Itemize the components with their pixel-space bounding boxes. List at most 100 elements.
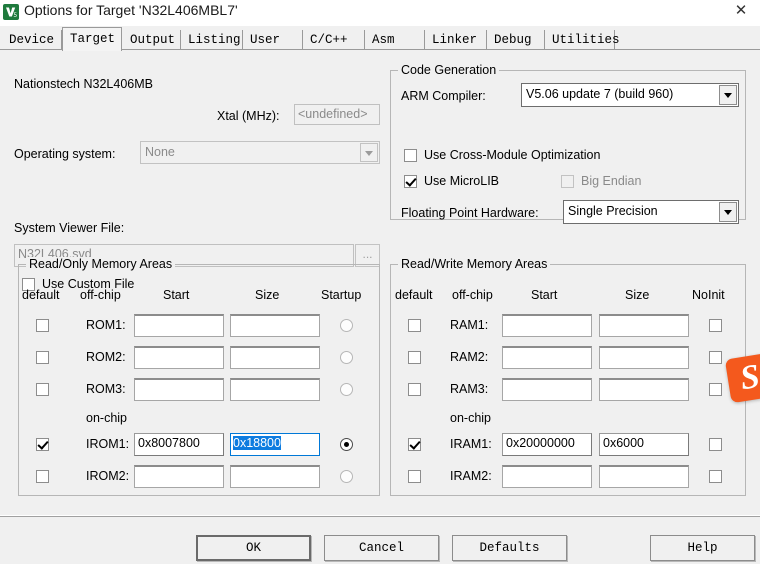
- irom1-size-value: 0x18800: [233, 436, 281, 450]
- cross-module-optimization-checkbox[interactable]: [404, 149, 417, 162]
- ro-header-default: default: [22, 288, 60, 302]
- iram1-noinit-checkbox[interactable]: [709, 438, 722, 451]
- ram1-noinit-checkbox[interactable]: [709, 319, 722, 332]
- arm-compiler-value: V5.06 update 7 (build 960): [526, 87, 674, 101]
- ro-header-start: Start: [163, 288, 190, 302]
- ro-header-offchip: off-chip: [80, 288, 121, 302]
- tab-utilities[interactable]: Utilities: [545, 30, 620, 50]
- ram2-size-input[interactable]: [599, 346, 689, 369]
- tab-user[interactable]: User: [243, 30, 303, 50]
- irom2-startup-radio[interactable]: [340, 470, 353, 483]
- iram2-size-input[interactable]: [599, 465, 689, 488]
- readwrite-memory-title: Read/Write Memory Areas: [398, 257, 551, 271]
- cancel-button[interactable]: Cancel: [324, 535, 439, 561]
- tab-target[interactable]: Target: [62, 27, 122, 51]
- iram2-label: IRAM2:: [450, 469, 492, 483]
- chevron-down-icon[interactable]: [360, 143, 378, 162]
- ram1-label: RAM1:: [450, 318, 489, 332]
- iram1-size-input[interactable]: 0x6000: [599, 433, 689, 456]
- tab-listing[interactable]: Listing: [181, 30, 243, 50]
- irom2-label: IROM2:: [86, 469, 130, 483]
- ram3-default-checkbox[interactable]: [408, 383, 421, 396]
- chevron-down-icon[interactable]: [719, 202, 737, 222]
- rw-header-noinit: NoInit: [692, 288, 725, 302]
- rom3-startup-radio[interactable]: [340, 383, 353, 396]
- irom2-default-checkbox[interactable]: [36, 470, 49, 483]
- ram3-size-input[interactable]: [599, 378, 689, 401]
- iram2-start-input[interactable]: [502, 465, 592, 488]
- irom2-size-input[interactable]: [230, 465, 320, 488]
- ram2-start-input[interactable]: [502, 346, 592, 369]
- floating-point-hardware-label: Floating Point Hardware:: [401, 206, 539, 220]
- rom1-default-checkbox[interactable]: [36, 319, 49, 332]
- rom1-label: ROM1:: [86, 318, 126, 332]
- chevron-down-icon[interactable]: [719, 85, 737, 105]
- use-microlib-label: Use MicroLIB: [424, 174, 500, 188]
- rom1-size-input[interactable]: [230, 314, 320, 337]
- operating-system-select[interactable]: None: [140, 141, 380, 164]
- help-button[interactable]: Help: [650, 535, 755, 561]
- irom1-startup-radio[interactable]: [340, 438, 353, 451]
- use-microlib-checkbox[interactable]: [404, 175, 417, 188]
- code-generation-title: Code Generation: [398, 63, 500, 77]
- ram2-default-checkbox[interactable]: [408, 351, 421, 364]
- tab-output[interactable]: Output: [123, 30, 181, 50]
- irom2-start-input[interactable]: [134, 465, 224, 488]
- rom3-size-input[interactable]: [230, 378, 320, 401]
- ro-header-startup: Startup: [321, 288, 362, 302]
- rw-header-start: Start: [531, 288, 558, 302]
- ok-button[interactable]: OK: [196, 535, 311, 561]
- rw-header-size: Size: [625, 288, 650, 302]
- rom1-start-input[interactable]: [134, 314, 224, 337]
- big-endian-label: Big Endian: [581, 174, 642, 188]
- big-endian-checkbox: [561, 175, 574, 188]
- arm-compiler-label: ARM Compiler:: [401, 89, 486, 103]
- rom2-start-input[interactable]: [134, 346, 224, 369]
- ram1-default-checkbox[interactable]: [408, 319, 421, 332]
- sogou-ime-icon[interactable]: S: [724, 352, 760, 404]
- irom1-label: IROM1:: [86, 437, 130, 451]
- defaults-button[interactable]: Defaults: [452, 535, 567, 561]
- tab-strip: Device Target Output Listing User C/C++ …: [0, 26, 760, 51]
- cross-module-optimization-label: Use Cross-Module Optimization: [424, 148, 601, 162]
- system-viewer-file-label: System Viewer File:: [14, 221, 125, 235]
- tab-device[interactable]: Device: [2, 30, 62, 50]
- rom3-start-input[interactable]: [134, 378, 224, 401]
- close-icon[interactable]: ✕: [728, 1, 754, 21]
- tab-linker[interactable]: Linker: [425, 30, 487, 50]
- irom1-start-input[interactable]: 0x8007800: [134, 433, 224, 456]
- ram1-start-input[interactable]: [502, 314, 592, 337]
- rom2-default-checkbox[interactable]: [36, 351, 49, 364]
- tab-asm[interactable]: Asm: [365, 30, 425, 50]
- iram2-noinit-checkbox[interactable]: [709, 470, 722, 483]
- rom2-startup-radio[interactable]: [340, 351, 353, 364]
- ram2-noinit-checkbox[interactable]: [709, 351, 722, 364]
- floating-point-hardware-value: Single Precision: [568, 204, 658, 218]
- keil-uvision-icon: 5: [3, 4, 19, 20]
- rom1-startup-radio[interactable]: [340, 319, 353, 332]
- tab-debug[interactable]: Debug: [487, 30, 545, 50]
- iram1-default-checkbox[interactable]: [408, 438, 421, 451]
- rom3-default-checkbox[interactable]: [36, 383, 49, 396]
- floating-point-hardware-select[interactable]: Single Precision: [563, 200, 739, 224]
- ram3-noinit-checkbox[interactable]: [709, 383, 722, 396]
- arm-compiler-select[interactable]: V5.06 update 7 (build 960): [521, 83, 739, 107]
- dialog-body: Nationstech N32L406MB Xtal (MHz): <undef…: [0, 49, 760, 515]
- tab-cpp[interactable]: C/C++: [303, 30, 365, 50]
- irom1-default-checkbox[interactable]: [36, 438, 49, 451]
- rom3-label: ROM3:: [86, 382, 126, 396]
- iram2-default-checkbox[interactable]: [408, 470, 421, 483]
- rw-onchip-label: on-chip: [450, 411, 491, 425]
- ram2-label: RAM2:: [450, 350, 489, 364]
- iram1-start-input[interactable]: 0x20000000: [502, 433, 592, 456]
- ram1-size-input[interactable]: [599, 314, 689, 337]
- svg-text:5: 5: [13, 12, 17, 19]
- title-bar: 5 Options for Target 'N32L406MBL7' ✕: [0, 0, 760, 24]
- rom2-size-input[interactable]: [230, 346, 320, 369]
- rom2-label: ROM2:: [86, 350, 126, 364]
- xtal-field[interactable]: <undefined>: [294, 104, 380, 125]
- sogou-ime-glyph: S: [737, 357, 760, 398]
- operating-system-value: None: [145, 145, 175, 159]
- irom1-size-input[interactable]: 0x18800: [230, 433, 320, 456]
- ram3-start-input[interactable]: [502, 378, 592, 401]
